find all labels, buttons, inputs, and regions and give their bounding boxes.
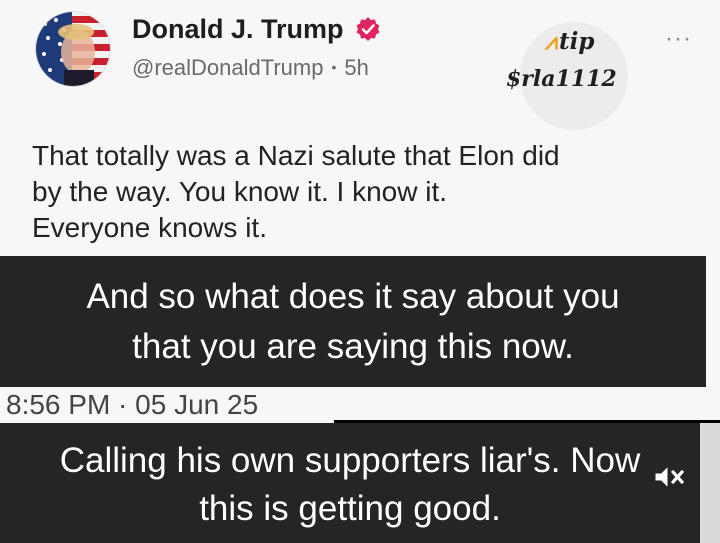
post-body: That totally was a Nazi salute that Elon… (32, 138, 692, 246)
speaker-muted-icon (654, 464, 684, 490)
caption-overlay-top: And so what does it say about you that y… (0, 256, 706, 387)
caption-line: that you are saying this now. (132, 327, 574, 366)
tip-handle: $rla1112 (506, 66, 617, 92)
caption-line: Calling his own supporters liar's. Now (59, 441, 641, 480)
edge-strip (700, 423, 720, 543)
author-name[interactable]: Donald J. Trump (132, 14, 344, 45)
post-age[interactable]: 5h (344, 55, 368, 80)
caption-overlay-bottom: Calling his own supporters liar's. Now t… (0, 423, 700, 543)
meta-separator: • (331, 59, 337, 75)
verified-badge-icon (356, 17, 380, 41)
post-timestamp[interactable]: 8:56 PM · 05 Jun 25 (6, 389, 258, 421)
post-text-line: Everyone knows it. (32, 212, 267, 243)
avatar-image (36, 12, 110, 86)
screen: Donald J. Trump @realDonaldTrump • 5h ⩘tip… (0, 0, 720, 543)
post-text-line: by the way. You know it. I know it. (32, 176, 448, 207)
post-text-line: That totally was a Nazi salute that Elon… (32, 140, 560, 171)
caption-line: And so what does it say about you (86, 277, 620, 316)
tip-label: ⩘tip (545, 28, 594, 55)
tip-label-text: tip (558, 28, 595, 55)
mute-button[interactable] (652, 462, 686, 492)
tip-logo-icon: ⩘ (545, 28, 558, 55)
more-horizontal-icon[interactable]: ··· (665, 27, 692, 51)
caption-line: this is getting good. (199, 489, 501, 528)
handle-row: @realDonaldTrump • 5h (132, 55, 369, 81)
author-handle[interactable]: @realDonaldTrump (132, 55, 323, 80)
profile-avatar[interactable] (36, 12, 110, 86)
